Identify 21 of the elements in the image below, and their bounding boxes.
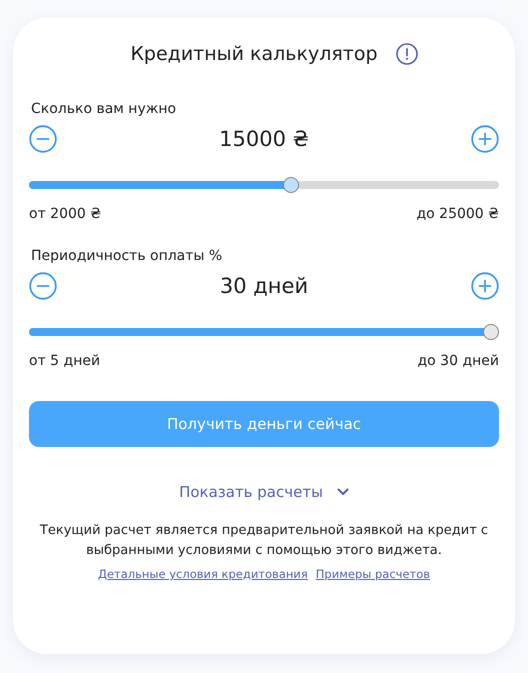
slider-thumb[interactable] [283,177,300,193]
range-min: от 5 дней [29,353,100,369]
info-icon[interactable] [396,43,418,65]
plus-icon[interactable] [471,272,499,300]
terms-link[interactable]: Детальные условия кредитования [98,567,308,581]
plus-icon[interactable] [470,125,499,153]
range-min: от 2000 ₴ [29,206,102,222]
range-max: до 25000 ₴ [416,206,499,222]
show-calculations-link[interactable]: Показать расчеты [29,483,499,501]
slider-value: 15000 ₴ [219,127,309,151]
chevron-icon [336,488,349,496]
slider-value: 30 дней [220,274,308,298]
range-max: до 30 дней [417,353,499,369]
disclaimer-text: Текущий расчет является предварительной заявкой на кредит с выбранными условиями с помощью этого виджета. [38,522,490,560]
slider-thumb[interactable] [483,324,499,340]
calculator-title: Кредитный калькулятор [130,43,378,65]
slider-label: Сколько вам нужно [31,101,178,117]
slider-label: Периодичность оплаты % [31,248,224,264]
terms-link[interactable]: Примеры расчетов [316,567,430,581]
minus-icon[interactable] [29,272,57,300]
minus-icon[interactable] [29,125,57,153]
